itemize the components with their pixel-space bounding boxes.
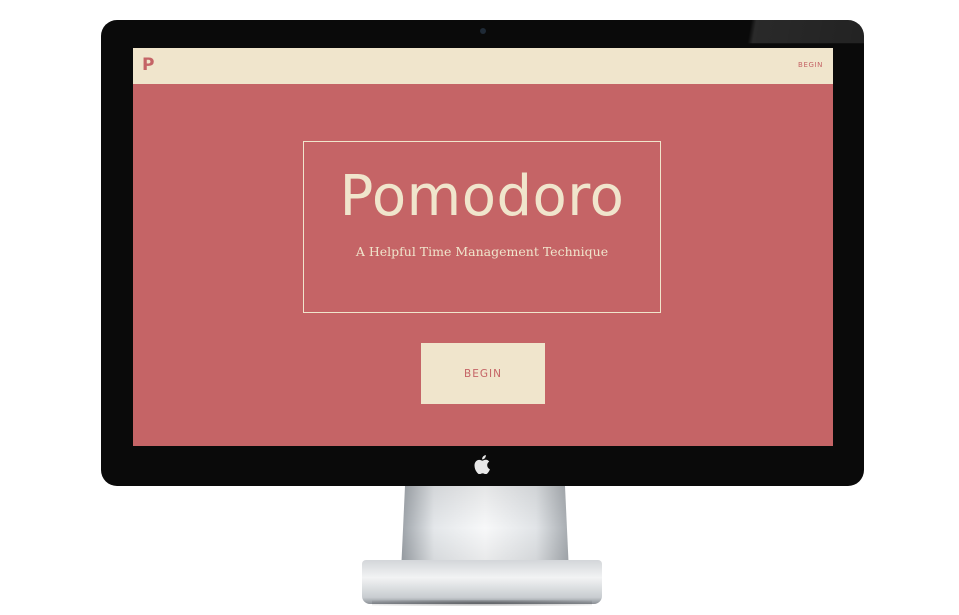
- website-screen: P BEGIN Pomodoro A Helpful Time Manageme…: [133, 48, 833, 446]
- monitor-mockup-scene: P BEGIN Pomodoro A Helpful Time Manageme…: [0, 0, 959, 615]
- hero-title: Pomodoro: [339, 164, 625, 229]
- monitor-bezel: P BEGIN Pomodoro A Helpful Time Manageme…: [101, 20, 864, 486]
- monitor-stand-base: [362, 560, 602, 604]
- top-navbar: P BEGIN: [133, 48, 833, 84]
- hero-subtitle: A Helpful Time Management Technique: [355, 244, 609, 259]
- apple-icon: [472, 455, 492, 475]
- hero-frame: Pomodoro A Helpful Time Management Techn…: [303, 141, 661, 313]
- monitor-stand-shadow: [372, 600, 592, 606]
- begin-button[interactable]: BEGIN: [421, 343, 545, 404]
- nav-begin-link[interactable]: BEGIN: [798, 61, 823, 69]
- webcam-dot: [480, 28, 486, 34]
- brand-logo[interactable]: P: [142, 55, 154, 75]
- apple-icon-glyph: [474, 455, 490, 475]
